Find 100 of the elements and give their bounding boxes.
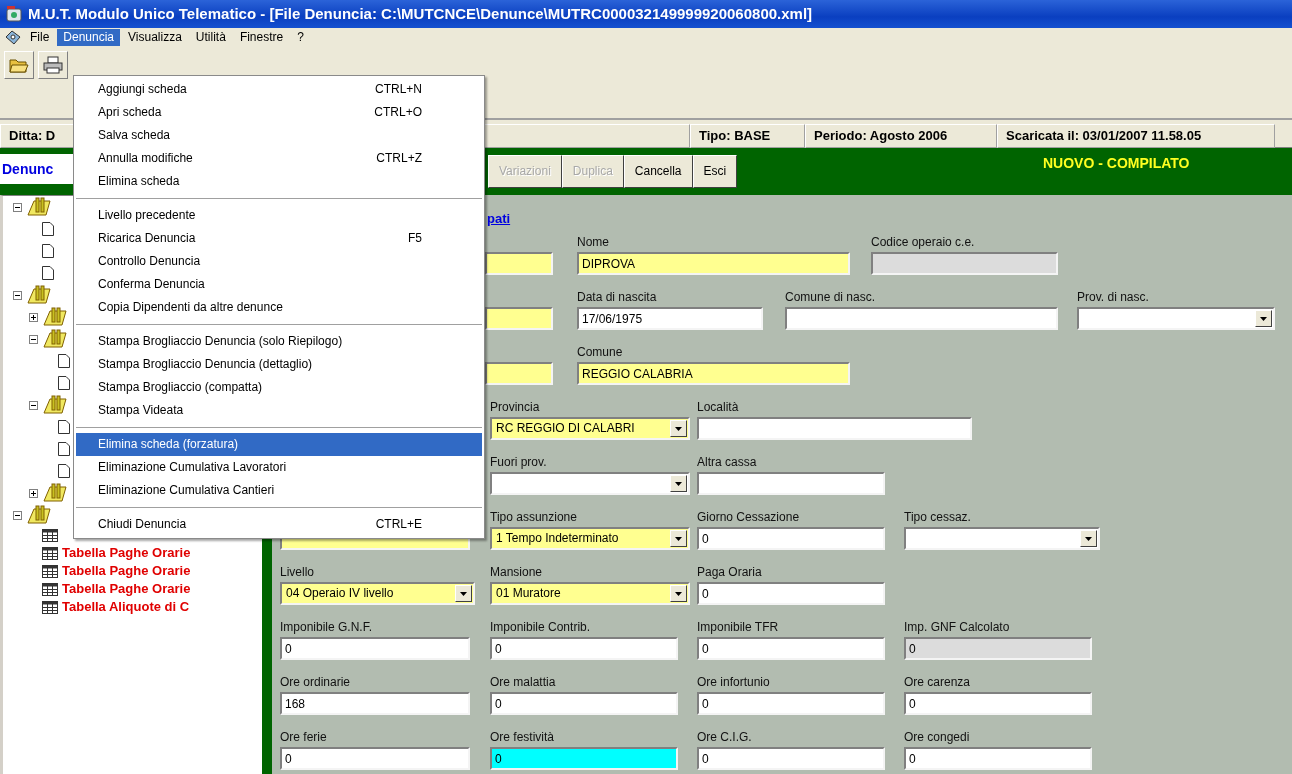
document-icon — [42, 266, 54, 280]
text-field[interactable] — [485, 307, 553, 330]
document-icon — [42, 244, 54, 258]
field-label: Nome — [577, 234, 610, 251]
menu-item[interactable]: Annulla modifiche CTRL+Z — [76, 147, 482, 170]
collapse-icon[interactable] — [13, 510, 22, 520]
menu-item[interactable]: Conferma Denuncia — [76, 273, 482, 296]
menu-item[interactable]: File — [24, 29, 56, 46]
text-field[interactable] — [485, 252, 553, 275]
text-field[interactable]: 17/06/1975 — [577, 307, 763, 330]
dropdown-field[interactable] — [904, 527, 1100, 550]
window-title: M.U.T. Modulo Unico Telematico - [File Denuncia: C:\MUTCNCE\Denunce\MUTRC000032149999920060800.xml] — [28, 5, 813, 23]
field-label: Tipo cessaz. — [904, 509, 972, 526]
dropdown-button[interactable] — [1080, 530, 1097, 547]
collapse-icon[interactable] — [13, 290, 22, 300]
text-field[interactable]: 0 — [280, 637, 470, 660]
dropdown-field[interactable] — [490, 472, 690, 495]
print-button[interactable] — [38, 51, 68, 79]
text-field[interactable]: REGGIO CALABRIA — [577, 362, 850, 385]
dropdown-button[interactable] — [670, 530, 687, 547]
info-field: Tipo: BASE — [690, 124, 805, 148]
tree-item[interactable]: Tabella Paghe Orarie — [62, 563, 191, 579]
field-label: Località — [697, 399, 740, 416]
text-field[interactable] — [697, 472, 885, 495]
caret-icon — [675, 426, 682, 431]
menu-item[interactable]: Aggiungi scheda CTRL+N — [76, 78, 482, 101]
field-label: Codice operaio c.e. — [871, 234, 976, 251]
text-field[interactable]: 0 — [697, 747, 885, 770]
menu-item[interactable]: Elimina scheda — [76, 170, 482, 193]
dropdown-field[interactable]: 1 Tempo Indeterminato — [490, 527, 690, 550]
menu-item[interactable]: Controllo Denuncia — [76, 250, 482, 273]
menu-item[interactable]: Stampa Brogliaccio Denuncia (solo Riepilogo) — [76, 330, 482, 353]
action-button[interactable]: Cancella — [623, 155, 693, 188]
text-field[interactable]: 0 — [697, 637, 885, 660]
dropdown-field[interactable]: 01 Muratore — [490, 582, 690, 605]
status-label: NUOVO - COMPILATO — [1043, 155, 1190, 172]
info-field: Periodo: Agosto 2006 — [805, 124, 997, 148]
text-field[interactable]: DIPROVA — [577, 252, 850, 275]
info-field: Scaricata il: 03/01/2007 11.58.05 — [997, 124, 1275, 148]
field-label: Imponibile G.N.F. — [280, 619, 374, 636]
text-field[interactable]: 0 — [904, 747, 1092, 770]
text-field[interactable]: 0 — [490, 637, 678, 660]
text-field[interactable] — [485, 362, 553, 385]
text-field[interactable] — [785, 307, 1058, 330]
field-label: Tipo assunzione — [490, 509, 578, 526]
menu-item[interactable]: Visualizza — [122, 29, 188, 46]
text-field[interactable] — [697, 417, 972, 440]
panel-tab[interactable]: Denunc — [0, 154, 75, 184]
menu-item[interactable]: Stampa Brogliaccio (compatta) — [76, 376, 482, 399]
menu-item[interactable]: Chiudi Denuncia CTRL+E — [76, 513, 482, 536]
menu-item[interactable]: Eliminazione Cumulativa Lavoratori — [76, 456, 482, 479]
collapse-icon[interactable] — [29, 400, 38, 410]
menu-item[interactable]: Livello precedente — [76, 204, 482, 227]
dropdown-button[interactable] — [1255, 310, 1272, 327]
menu-item[interactable]: Ricarica Denuncia F5 — [76, 227, 482, 250]
text-field[interactable]: 168 — [280, 692, 470, 715]
field-label: Prov. di nasc. — [1077, 289, 1150, 306]
tree-item[interactable]: Tabella Paghe Orarie — [62, 581, 191, 597]
field-label: Ore ferie — [280, 729, 328, 746]
menu-item[interactable]: Elimina scheda (forzatura) — [76, 433, 482, 456]
text-field[interactable]: 0 — [697, 527, 885, 550]
text-field[interactable]: 0 — [697, 692, 885, 715]
tree-item[interactable]: Tabella Paghe Orarie — [62, 545, 191, 561]
menu-item[interactable]: ? — [291, 29, 310, 46]
collapse-icon[interactable] — [13, 202, 22, 212]
dropdown-button[interactable] — [455, 585, 472, 602]
field-label: Provincia — [490, 399, 541, 416]
menu-item[interactable]: Eliminazione Cumulativa Cantieri — [76, 479, 482, 502]
dropdown-field[interactable]: RC REGGIO DI CALABRI — [490, 417, 690, 440]
expand-icon[interactable] — [29, 312, 38, 322]
menu-item[interactable]: Finestre — [233, 29, 290, 46]
section-link[interactable]: pati — [487, 211, 511, 233]
text-field[interactable]: 0 — [490, 692, 678, 715]
menu-item[interactable]: Copia Dipendenti da altre denunce — [76, 296, 482, 319]
field-label: Imponibile TFR — [697, 619, 780, 636]
menu-item[interactable]: Stampa Videata — [76, 399, 482, 422]
menu-item[interactable]: Stampa Brogliaccio Denuncia (dettaglio) — [76, 353, 482, 376]
collapse-icon[interactable] — [29, 334, 38, 344]
text-field[interactable]: 0 — [904, 692, 1092, 715]
field-label: Ore carenza — [904, 674, 972, 691]
expand-icon[interactable] — [29, 488, 38, 498]
tree-item[interactable]: Tabella Aliquote di C — [62, 599, 190, 615]
table-icon — [42, 600, 58, 614]
dropdown-button[interactable] — [670, 585, 687, 602]
action-button[interactable]: Esci — [692, 155, 738, 188]
dropdown-field[interactable] — [1077, 307, 1275, 330]
menu-item[interactable]: Denuncia — [57, 29, 121, 46]
open-folder-button[interactable] — [4, 51, 34, 79]
menu-item[interactable]: Salva scheda — [76, 124, 482, 147]
menu-item[interactable]: Apri scheda CTRL+O — [76, 101, 482, 124]
dropdown-field[interactable]: 04 Operaio IV livello — [280, 582, 475, 605]
dropdown-button[interactable] — [670, 475, 687, 492]
dropdown-button[interactable] — [670, 420, 687, 437]
table-icon — [42, 582, 58, 596]
text-field[interactable]: 0 — [490, 747, 678, 770]
caret-icon — [675, 591, 682, 596]
document-icon — [58, 420, 70, 434]
text-field[interactable]: 0 — [697, 582, 885, 605]
text-field[interactable]: 0 — [280, 747, 470, 770]
menu-item[interactable]: Utilità — [189, 29, 232, 46]
